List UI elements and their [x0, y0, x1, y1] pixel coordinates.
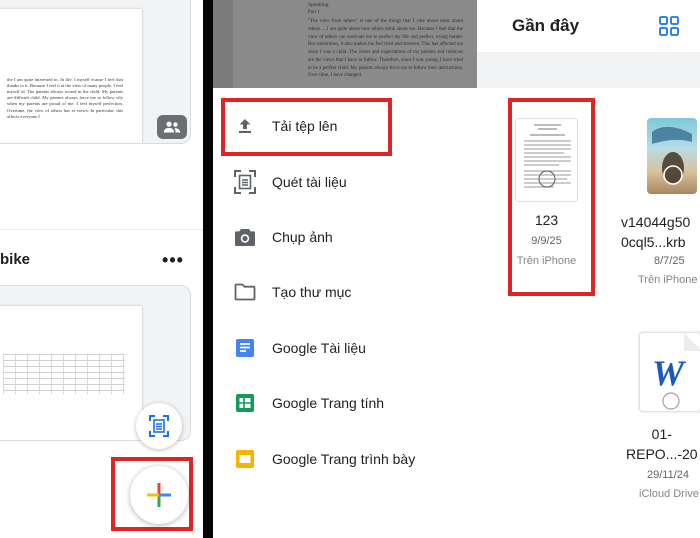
more-options-button[interactable]: ••• [162, 251, 184, 269]
file-name-line: 01- REPO...-20 [626, 426, 698, 462]
plus-icon [147, 483, 171, 507]
file-date: 29/11/24 [647, 469, 690, 481]
svg-text:W: W [652, 353, 687, 393]
highlight-frame [508, 98, 595, 296]
doc-preview-text: the I am quite interested in. In life. I… [7, 77, 123, 119]
menu-item-label: Quét tài liệu [272, 174, 347, 190]
scan-document-icon [149, 415, 169, 437]
more-icon: ••• [162, 250, 184, 270]
camera-icon [233, 225, 257, 249]
recent-strip [477, 52, 700, 88]
menu-item-google-slides[interactable]: Google Trang trình bày [213, 437, 493, 481]
file-thumbnail-word: W [639, 332, 700, 412]
background-heading: Speaking [308, 2, 329, 8]
menu-item-label: Google Tài liệu [272, 340, 366, 356]
menu-item-camera[interactable]: Chụp ảnh [213, 215, 493, 259]
menu-item-google-docs[interactable]: Google Tài liệu [213, 326, 493, 370]
highlight-frame [221, 98, 392, 156]
new-button[interactable] [130, 466, 188, 524]
menu-item-label: Google Trang trình bày [272, 451, 416, 467]
sheet-grid-preview [3, 354, 125, 394]
file-location: iCloud Drive [639, 488, 699, 500]
file-name: v14044g50 0cql5...krb [621, 212, 700, 252]
file-thumbnail-video [647, 118, 697, 194]
shared-people-icon [157, 115, 187, 139]
background-document: Speaking Part 1 "The view from others" i… [213, 0, 477, 88]
background-text: "The view from others" is one of the thi… [308, 19, 463, 79]
file-date: 8/7/25 [654, 255, 685, 267]
file-title: bike [0, 251, 31, 268]
split-view-divider[interactable] [203, 0, 213, 538]
file-name-line: v14044g50 0cql5...krb [621, 214, 691, 250]
scan-document-icon [233, 170, 257, 194]
file-list-panel: the I am quite interested in. In life. I… [0, 0, 203, 538]
background-subheading: Part 1 [308, 10, 320, 15]
video-play-icon [652, 126, 692, 185]
google-sheets-icon [233, 391, 257, 415]
menu-item-label: Chụp ảnh [272, 229, 333, 245]
recent-title: Gần đây [512, 16, 580, 35]
word-doc-icon: W [652, 333, 700, 410]
google-docs-icon [233, 336, 257, 360]
sheet-thumbnail [0, 306, 142, 440]
file-location: Trên iPhone [638, 274, 698, 286]
menu-item-google-sheets[interactable]: Google Trang tính [213, 381, 493, 425]
new-item-panel: Speaking Part 1 "The view from others" i… [213, 0, 700, 538]
menu-item-scan[interactable]: Quét tài liệu [213, 160, 493, 204]
scan-button[interactable] [136, 403, 182, 449]
google-slides-icon [233, 447, 257, 471]
folder-icon [233, 280, 257, 304]
file-name: 01- REPO...-20 [626, 424, 700, 464]
recent-file-word[interactable]: W 01- REPO...-20 29/11/24 iCloud Drive [621, 316, 700, 526]
grid-view-icon[interactable] [659, 16, 679, 36]
menu-item-label: Tạo thư mục [272, 284, 352, 300]
section-divider [0, 229, 203, 230]
doc-thumbnail: the I am quite interested in. In life. I… [0, 9, 142, 143]
menu-item-label: Google Trang tính [272, 395, 385, 411]
recent-file-video[interactable]: v14044g50 0cql5...krb 8/7/25 Trên iPhone [621, 88, 700, 298]
recent-header: Gần đây [477, 0, 700, 52]
menu-item-new-folder[interactable]: Tạo thư mục [213, 270, 493, 314]
